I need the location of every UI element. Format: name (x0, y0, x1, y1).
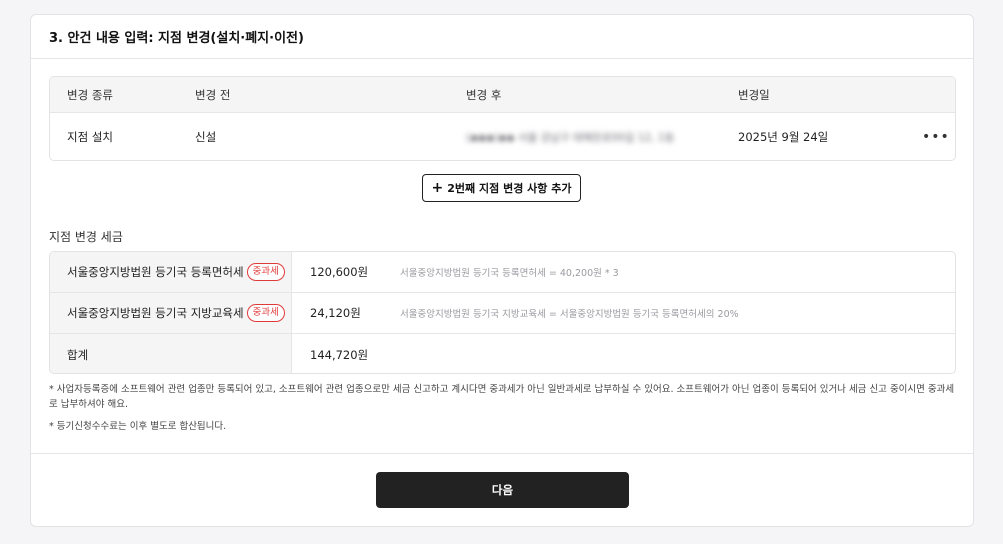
next-button[interactable]: 다음 (376, 472, 629, 508)
plus-icon: + (431, 180, 444, 196)
tax-total-label: 합계 (50, 334, 292, 373)
row-date: 2025년 9월 24일 (738, 130, 829, 144)
row-change-type: 지점 설치 (67, 130, 113, 144)
header-change-type: 변경 종류 (67, 87, 113, 102)
note-filing-fee: * 등기신청수수료는 이후 별도로 합산됩니다. (49, 421, 227, 432)
header-before: 변경 전 (195, 87, 231, 102)
tax-row-registration: 서울중앙지방법원 등기국 등록면허세 중과세 120,600원 서울중앙지방법원… (50, 252, 955, 293)
header-after: 변경 후 (466, 87, 502, 102)
tax-total-amount: 144,720원 (310, 347, 369, 362)
branch-change-table: 변경 종류 변경 전 변경 후 변경일 지점 설치 신설 (◆◆◆)◆◆ 서울 … (49, 76, 956, 161)
tax-formula: 서울중앙지방법원 등기국 등록면허세 = 40,200원 * 3 (400, 268, 619, 279)
heavy-tax-badge: 중과세 (246, 304, 285, 322)
tax-table: 서울중앙지방법원 등기국 등록면허세 중과세 120,600원 서울중앙지방법원… (49, 251, 956, 374)
header-date: 변경일 (738, 87, 770, 102)
add-branch-change-button[interactable]: + 2번째 지점 변경 사항 추가 (422, 174, 581, 202)
footer-divider (31, 453, 973, 454)
section-title: 3. 안건 내용 입력: 지점 변경(설치·폐지·이전) (31, 15, 973, 59)
note-software-tax: * 사업자등록증에 소프트웨어 관련 업종만 등록되어 있고, 소프트웨어 관련… (49, 384, 955, 410)
more-options-icon[interactable]: ••• (922, 113, 950, 160)
tax-row-total: 합계 144,720원 (50, 334, 955, 373)
tax-section-title: 지점 변경 세금 (49, 230, 123, 244)
row-before: 신설 (195, 130, 217, 144)
row-after-address: (◆◆◆)◆◆ 서울 강남구 테헤란로00길 12, 1동 (466, 131, 675, 144)
table-header: 변경 종류 변경 전 변경 후 변경일 (50, 77, 955, 113)
tax-amount: 24,120원 (310, 306, 361, 320)
agenda-card: 3. 안건 내용 입력: 지점 변경(설치·폐지·이전) 변경 종류 변경 전 … (30, 14, 974, 527)
tax-label-text: 서울중앙지방법원 등기국 등록면허세 (67, 265, 244, 279)
tax-label-text: 서울중앙지방법원 등기국 지방교육세 (67, 306, 244, 320)
tax-row-education: 서울중앙지방법원 등기국 지방교육세 중과세 24,120원 서울중앙지방법원 … (50, 293, 955, 334)
table-row[interactable]: 지점 설치 신설 (◆◆◆)◆◆ 서울 강남구 테헤란로00길 12, 1동 2… (50, 113, 955, 160)
tax-label: 서울중앙지방법원 등기국 등록면허세 중과세 (50, 252, 292, 292)
add-branch-change-label: 2번째 지점 변경 사항 추가 (447, 182, 572, 195)
tax-formula: 서울중앙지방법원 등기국 지방교육세 = 서울중앙지방법원 등기국 등록면허세의… (400, 309, 739, 320)
notes: * 사업자등록증에 소프트웨어 관련 업종만 등록되어 있고, 소프트웨어 관련… (49, 382, 956, 441)
tax-amount: 120,600원 (310, 265, 369, 279)
heavy-tax-badge: 중과세 (246, 263, 285, 281)
tax-label: 서울중앙지방법원 등기국 지방교육세 중과세 (50, 293, 292, 333)
